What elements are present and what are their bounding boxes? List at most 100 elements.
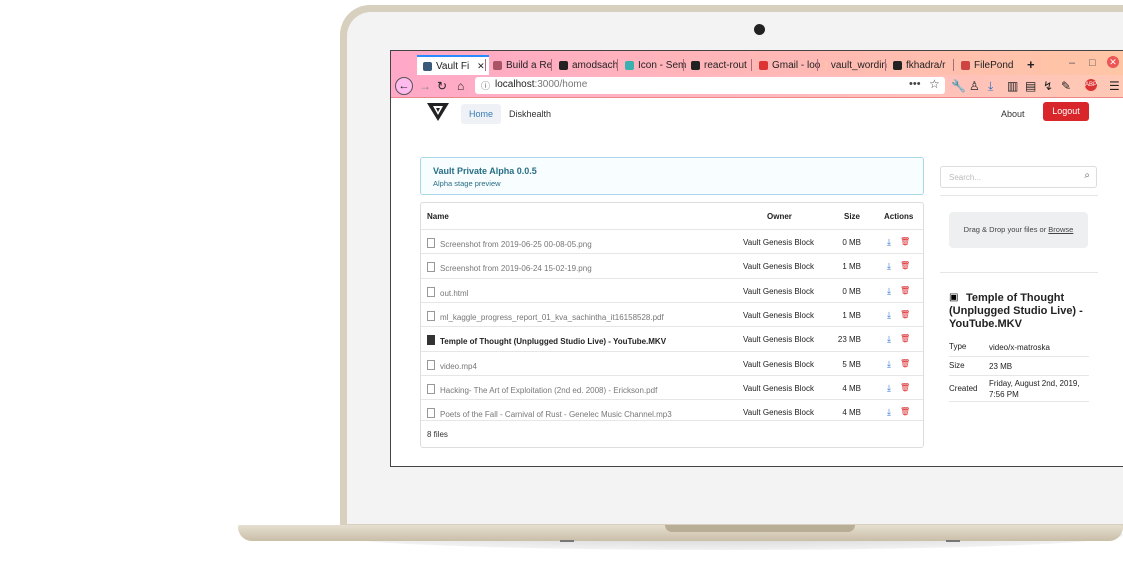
table-row[interactable]: Hacking- The Art of Exploitation (2nd ed…	[421, 374, 923, 400]
sidebar-icon[interactable]: ▤	[1025, 79, 1036, 93]
tab-separator	[885, 59, 886, 71]
bookmark-star-icon[interactable]: ☆	[929, 77, 940, 91]
sync-icon[interactable]: ↯	[1043, 79, 1053, 93]
file-name: video.mp4	[440, 361, 477, 371]
header-owner[interactable]: Owner	[767, 212, 792, 221]
info-icon[interactable]: ⓘ	[481, 79, 490, 92]
browser-tab[interactable]: Icon - Sem	[619, 56, 687, 75]
download-icon[interactable]: ⤓	[887, 237, 891, 248]
browser-tab[interactable]: vault_wordin	[819, 56, 887, 75]
url-bar[interactable]: ⓘ localhost:3000/home ••• ☆	[475, 77, 945, 94]
divider	[949, 356, 1089, 357]
webcam-icon	[754, 24, 765, 35]
laptop-foot	[560, 540, 574, 542]
table-row[interactable]: Temple of Thought (Unplugged Studio Live…	[421, 326, 923, 351]
tab-separator	[551, 59, 552, 71]
tab-favicon-icon	[825, 61, 827, 70]
library-icon[interactable]: ▥	[1007, 79, 1018, 93]
table-row[interactable]: ml_kaggle_progress_report_01_kva_sachint…	[421, 301, 923, 327]
delete-icon[interactable]: 🗑	[900, 383, 910, 392]
file-name-cell[interactable]: out.html	[427, 286, 468, 298]
delete-icon[interactable]: 🗑	[900, 334, 910, 343]
extension-icon[interactable]: ✎	[1061, 79, 1071, 93]
file-icon	[427, 262, 435, 273]
browser-tab[interactable]: Gmail - loo	[753, 56, 821, 75]
tab-separator	[485, 59, 486, 71]
nav-home[interactable]: Home	[461, 104, 502, 124]
file-icon	[427, 408, 435, 419]
back-icon[interactable]: ←	[395, 77, 413, 95]
download-icon[interactable]: ⤓	[887, 334, 891, 345]
browser-tab[interactable]: react-rout	[685, 56, 753, 75]
delete-icon[interactable]: 🗑	[900, 261, 910, 270]
wrench-icon[interactable]: 🔧	[951, 79, 966, 93]
search-icon[interactable]: ⌕	[1084, 170, 1090, 181]
file-owner: Vault Genesis Block	[743, 359, 814, 369]
table-row[interactable]: out.html Vault Genesis Block 0 MB ⤓ 🗑	[421, 277, 923, 303]
table-row[interactable]: video.mp4 Vault Genesis Block 5 MB ⤓ 🗑	[421, 350, 923, 376]
file-name-cell[interactable]: Hacking- The Art of Exploitation (2nd ed…	[427, 383, 657, 395]
menu-icon[interactable]: ☰	[1109, 79, 1120, 93]
detail-type-value: video/x-matroska	[989, 343, 1050, 352]
tab-favicon-icon	[759, 61, 768, 70]
file-name-cell[interactable]: Screenshot from 2019-06-24 15-02-19.png	[427, 262, 592, 273]
nav-diskhealth[interactable]: Diskhealth	[501, 104, 559, 124]
adblock-icon[interactable]: ABP	[1085, 79, 1097, 91]
download-icon[interactable]: ⤓	[887, 359, 891, 370]
download-icon[interactable]: ⤓	[887, 407, 891, 418]
table-row[interactable]: Screenshot from 2019-06-24 15-02-19.png V…	[421, 253, 923, 278]
logout-button[interactable]: Logout	[1043, 102, 1089, 121]
browse-link[interactable]: Browse	[1048, 225, 1073, 234]
delete-icon[interactable]: 🗑	[900, 237, 910, 246]
browser-tab-bar: Vault Fi ✕ Build a Re amodsach Icon - Sem rea…	[391, 51, 1123, 76]
dropzone-text: Drag & Drop your files or	[963, 225, 1049, 234]
file-name-cell[interactable]: Poets of the Fall - Carnival of Rust - G…	[427, 408, 672, 419]
reload-icon[interactable]: ↻	[437, 79, 447, 93]
file-dropzone[interactable]: Drag & Drop your files or Browse	[949, 212, 1088, 248]
search-input[interactable]: Search... ⌕	[940, 166, 1097, 188]
laptop-notch	[665, 525, 855, 532]
table-row[interactable]: Screenshot from 2019-06-25 00-08-05.png V…	[421, 229, 923, 254]
browser-tab[interactable]: FilePond	[955, 56, 1023, 75]
browser-tab[interactable]: Vault Fi ✕	[417, 55, 489, 76]
browser-tab[interactable]: amodsach	[553, 56, 621, 75]
delete-icon[interactable]: 🗑	[900, 407, 910, 416]
banner-title: Vault Private Alpha 0.0.5	[433, 166, 537, 176]
new-tab-button[interactable]: +	[1027, 57, 1035, 72]
file-name-cell[interactable]: ml_kaggle_progress_report_01_kva_sachint…	[427, 310, 664, 322]
divider	[940, 272, 1098, 273]
tab-separator	[617, 59, 618, 71]
delete-icon[interactable]: 🗑	[900, 359, 910, 368]
browser-tab[interactable]: Build a Re	[487, 56, 555, 75]
close-tab-icon[interactable]: ✕	[477, 61, 485, 72]
forward-icon[interactable]: →	[419, 79, 431, 93]
downloads-icon[interactable]: ⤓	[988, 79, 993, 93]
maximize-icon[interactable]: □	[1089, 57, 1096, 69]
extension-icon[interactable]: ♙	[969, 79, 980, 93]
browser-tab[interactable]: fkhadra/r	[887, 56, 955, 75]
tab-label: fkhadra/r	[906, 60, 946, 71]
file-icon	[427, 383, 435, 394]
download-icon[interactable]: ⤓	[887, 286, 891, 297]
delete-icon[interactable]: 🗑	[900, 310, 910, 319]
header-size[interactable]: Size	[844, 212, 860, 221]
file-name-cell[interactable]: Screenshot from 2019-06-25 00-08-05.png	[427, 238, 592, 249]
close-window-icon[interactable]: ✕	[1107, 56, 1119, 68]
download-icon[interactable]: ⤓	[887, 310, 891, 321]
minimize-icon[interactable]: –	[1069, 57, 1075, 69]
vault-logo-icon[interactable]	[427, 103, 449, 121]
download-icon[interactable]: ⤓	[887, 261, 891, 272]
header-actions: Actions	[884, 212, 914, 221]
file-owner: Vault Genesis Block	[743, 408, 814, 418]
file-name: Temple of Thought (Unplugged Studio Live…	[440, 337, 667, 347]
header-name[interactable]: Name	[427, 212, 449, 221]
nav-about[interactable]: About	[993, 104, 1033, 124]
delete-icon[interactable]: 🗑	[900, 286, 910, 295]
detail-created-value: Friday, August 2nd, 2019, 7:56 PM	[989, 379, 1080, 399]
download-icon[interactable]: ⤓	[887, 383, 891, 394]
page-actions-icon[interactable]: •••	[909, 78, 921, 90]
tab-favicon-icon	[893, 61, 902, 70]
file-name-cell[interactable]: video.mp4	[427, 359, 477, 371]
home-icon[interactable]: ⌂	[457, 79, 464, 93]
file-name-cell[interactable]: Temple of Thought (Unplugged Studio Live…	[427, 335, 666, 346]
